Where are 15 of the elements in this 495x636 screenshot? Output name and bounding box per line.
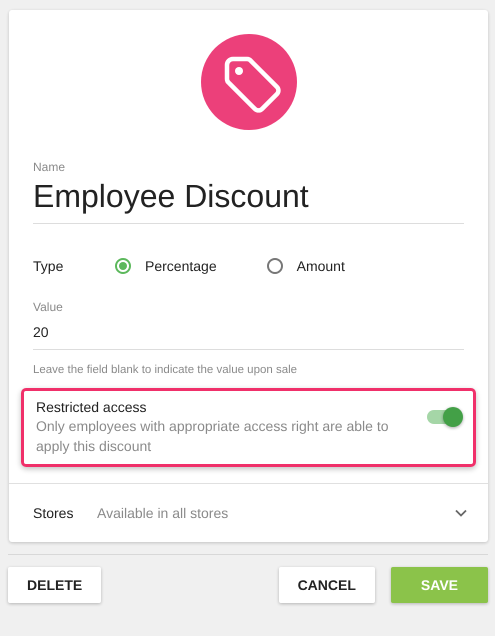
toggle-switch[interactable]	[427, 405, 463, 429]
field-label: Name	[33, 160, 66, 174]
radio-option[interactable]: Percentage	[115, 258, 217, 274]
field-label: Stores	[33, 505, 74, 521]
field-label: Type	[33, 258, 64, 274]
name-field[interactable]: Employee Discount	[33, 174, 464, 224]
field-label: Value	[33, 300, 64, 314]
setting-description: Only employees with appropriate access right are able to apply this discount	[36, 417, 390, 456]
tag-icon	[200, 34, 296, 130]
hint-text: Leave the field blank to indicate the value upon sale	[33, 364, 298, 376]
value-field[interactable]: 20	[33, 314, 464, 350]
action-button[interactable]: DELETE	[8, 567, 102, 603]
setting-title: Restricted access	[36, 399, 148, 415]
action-button[interactable]: CANCEL	[278, 567, 375, 603]
radio-option[interactable]: Amount	[266, 258, 345, 274]
